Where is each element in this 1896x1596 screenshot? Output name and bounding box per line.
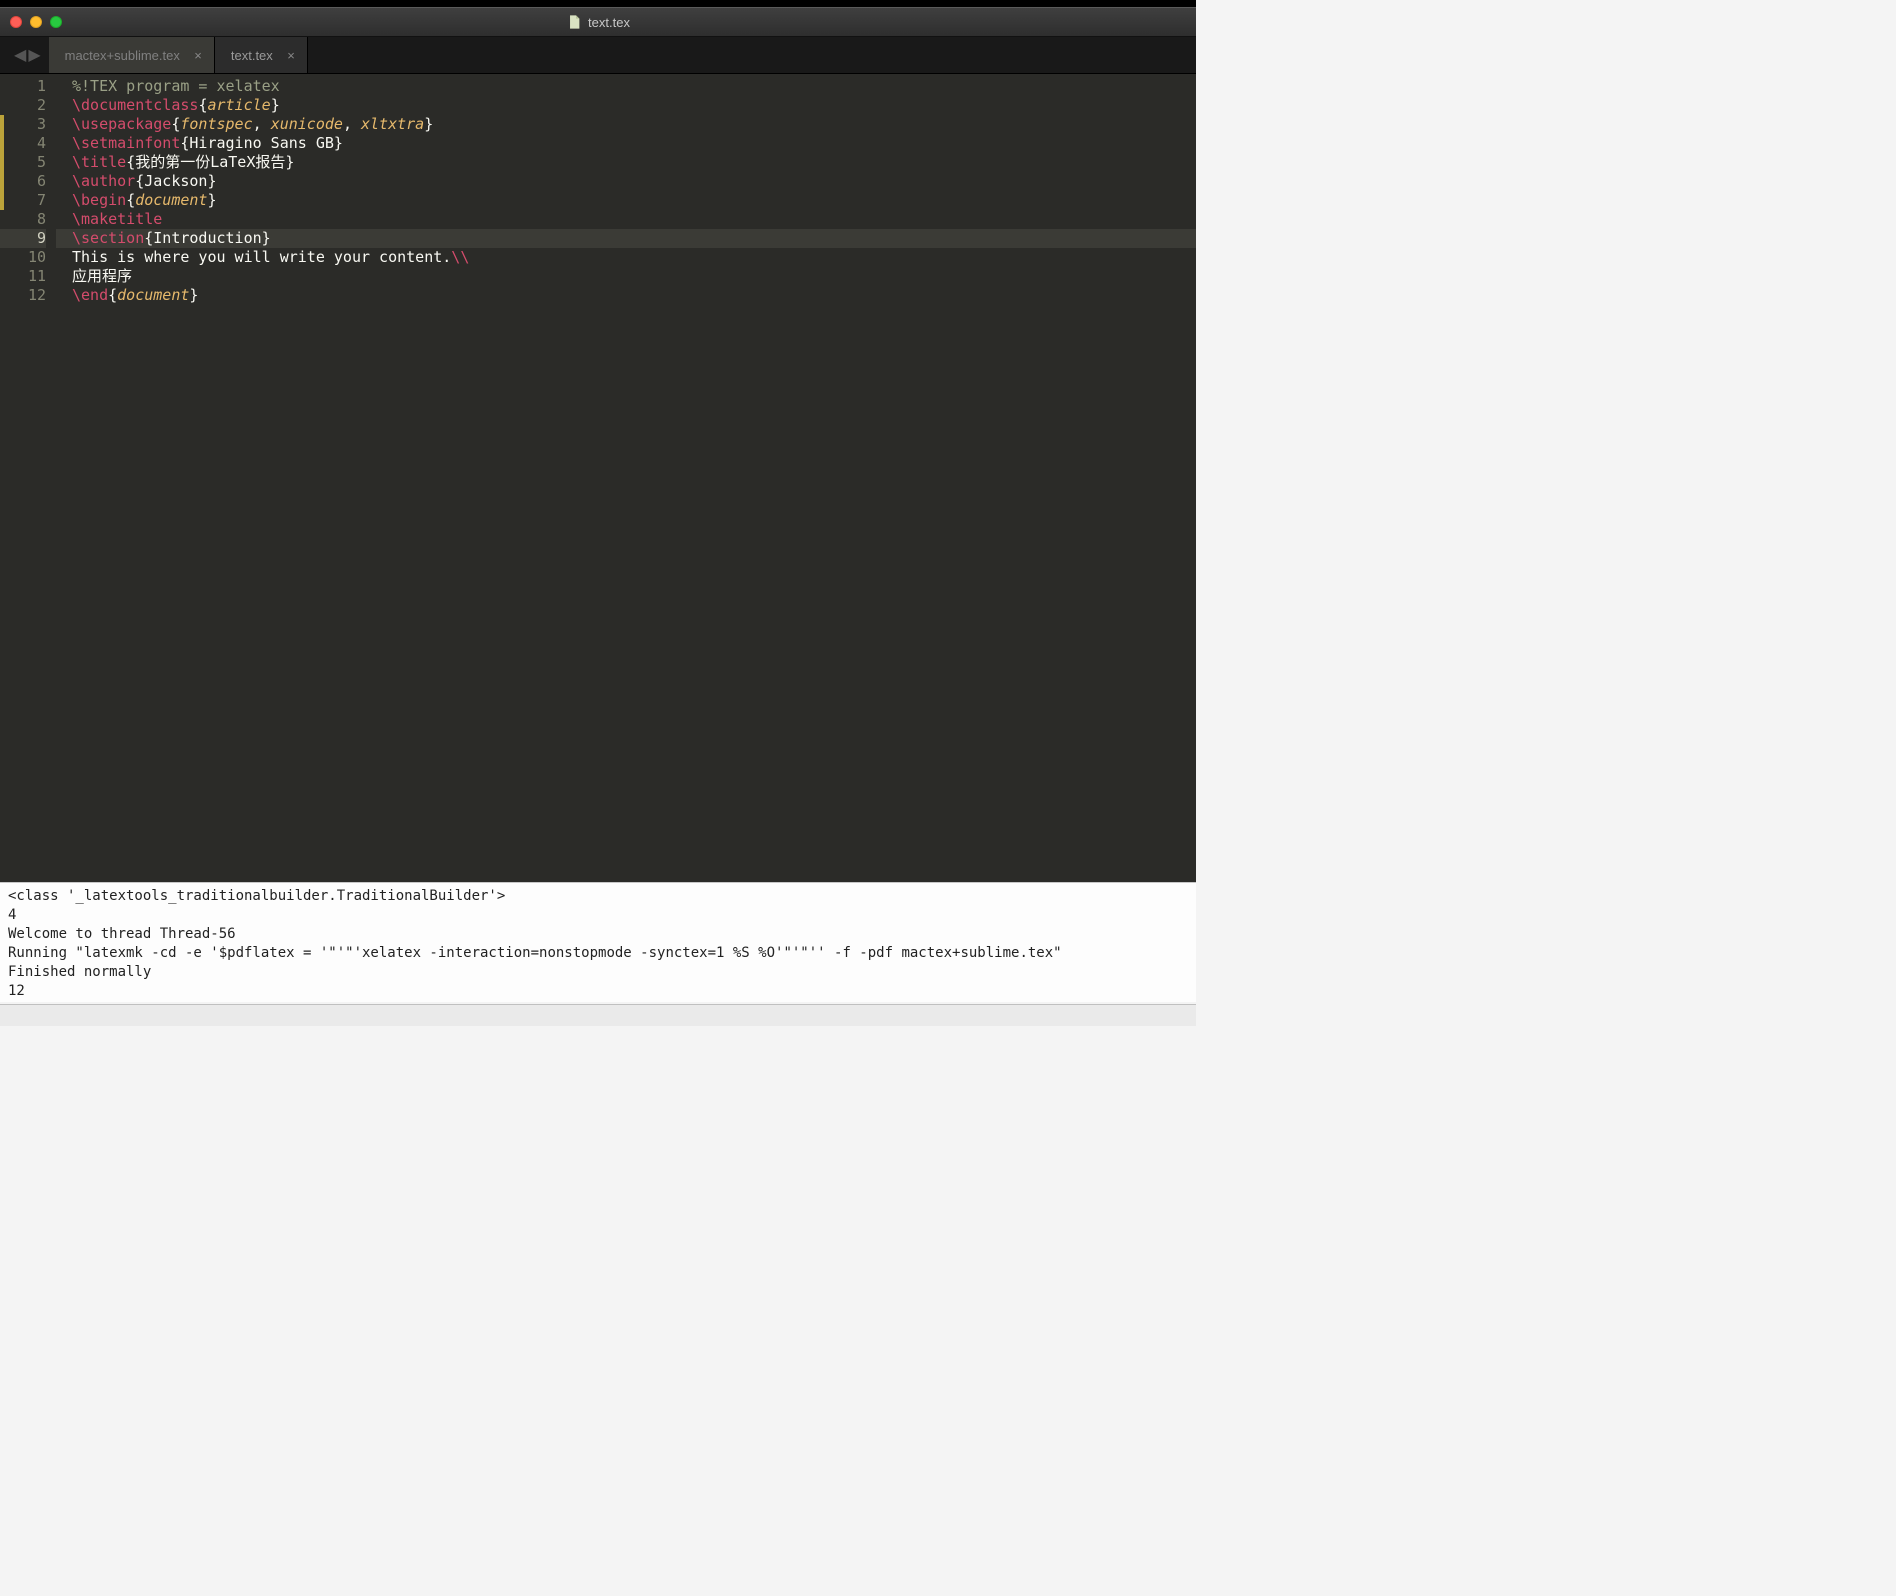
editor-area[interactable]: 123456789101112 %!TEX program = xelatex\… <box>0 74 1196 882</box>
gutter-line: 3 <box>0 115 46 134</box>
token-text: Jackson <box>144 172 207 190</box>
gutter-line: 1 <box>0 77 46 96</box>
gutter-line: 9 <box>0 229 46 248</box>
token-param: xltxtra <box>361 115 424 133</box>
watermark-text: Rendering math: 100% <box>1057 882 1190 896</box>
token-param: fontspec <box>180 115 252 133</box>
token-brace: { <box>108 286 117 304</box>
token-brace: } <box>285 153 294 171</box>
code-line[interactable]: \section{Introduction} <box>56 229 1196 248</box>
gutter-line: 4 <box>0 134 46 153</box>
token-command: \section <box>72 229 144 247</box>
modified-marker <box>0 153 4 172</box>
token-text: , <box>253 115 271 133</box>
code-line[interactable]: \maketitle <box>56 210 1196 229</box>
gutter-line: 11 <box>0 267 46 286</box>
gutter-line: 10 <box>0 248 46 267</box>
token-param: article <box>207 96 270 114</box>
token-brace: } <box>334 134 343 152</box>
token-esc: \\ <box>451 248 469 266</box>
token-brace: { <box>135 172 144 190</box>
token-comment: %!TEX program = xelatex <box>72 77 280 95</box>
close-window-button[interactable] <box>10 16 22 28</box>
gutter-line: 2 <box>0 96 46 115</box>
console-input[interactable] <box>0 1004 1196 1026</box>
gutter-line: 6 <box>0 172 46 191</box>
code-line[interactable]: %!TEX program = xelatex <box>56 77 1196 96</box>
tab-label: text.tex <box>231 48 273 63</box>
token-command: \end <box>72 286 108 304</box>
token-param: xunicode <box>271 115 343 133</box>
token-brace: { <box>126 191 135 209</box>
minimize-window-button[interactable] <box>30 16 42 28</box>
build-output-panel[interactable]: <class '_latextools_traditionalbuilder.T… <box>0 882 1196 1002</box>
gutter-line: 7 <box>0 191 46 210</box>
gutter: 123456789101112 <box>0 74 56 882</box>
tab-nav-forward-icon[interactable]: ▶ <box>28 45 40 65</box>
code-line[interactable]: \setmainfont{Hiragino Sans GB} <box>56 134 1196 153</box>
token-command: \begin <box>72 191 126 209</box>
zoom-window-button[interactable] <box>50 16 62 28</box>
token-command: \usepackage <box>72 115 171 133</box>
token-text: Hiragino Sans GB <box>189 134 334 152</box>
tab-label: mactex+sublime.tex <box>65 48 180 63</box>
tab-mactex-sublime-tex[interactable]: mactex+sublime.tex × <box>49 37 215 73</box>
token-text: Introduction <box>153 229 261 247</box>
gutter-line: 5 <box>0 153 46 172</box>
token-brace: } <box>207 191 216 209</box>
token-command: \maketitle <box>72 210 162 228</box>
tab-close-icon[interactable]: × <box>194 48 202 63</box>
token-brace: { <box>144 229 153 247</box>
file-icon <box>566 14 582 30</box>
window-title-text: text.tex <box>588 15 630 30</box>
tab-bar: ◀ ▶ mactex+sublime.tex × text.tex × <box>0 37 1196 74</box>
modified-marker <box>0 172 4 191</box>
token-command: \title <box>72 153 126 171</box>
token-param: document <box>135 191 207 209</box>
code-area[interactable]: %!TEX program = xelatex\documentclass{ar… <box>56 74 1196 882</box>
modified-marker <box>0 191 4 210</box>
token-brace: } <box>262 229 271 247</box>
code-line[interactable]: \title{我的第一份LaTeX报告} <box>56 153 1196 172</box>
token-text: 应用程序 <box>72 267 132 285</box>
mac-menubar <box>0 0 1196 7</box>
code-line[interactable]: \documentclass{article} <box>56 96 1196 115</box>
token-param: document <box>117 286 189 304</box>
tab-nav-back-icon[interactable]: ◀ <box>14 45 26 65</box>
code-line[interactable]: \author{Jackson} <box>56 172 1196 191</box>
modified-marker <box>0 115 4 134</box>
token-brace: } <box>424 115 433 133</box>
token-command: \documentclass <box>72 96 198 114</box>
titlebar[interactable]: text.tex <box>0 7 1196 37</box>
token-brace: } <box>271 96 280 114</box>
window-title: text.tex <box>566 14 630 30</box>
tab-close-icon[interactable]: × <box>287 48 295 63</box>
editor-window: text.tex ◀ ▶ mactex+sublime.tex×text.tex… <box>0 7 1196 1026</box>
token-brace: } <box>189 286 198 304</box>
token-command: \setmainfont <box>72 134 180 152</box>
gutter-line: 12 <box>0 286 46 305</box>
code-line[interactable]: 应用程序 <box>56 267 1196 286</box>
code-line[interactable]: \begin{document} <box>56 191 1196 210</box>
token-brace: { <box>126 153 135 171</box>
traffic-lights <box>10 16 62 28</box>
gutter-line: 8 <box>0 210 46 229</box>
token-text: 我的第一份LaTeX报告 <box>135 153 285 171</box>
token-text: , <box>343 115 361 133</box>
token-text: This is where you will write your conten… <box>72 248 451 266</box>
token-brace: } <box>207 172 216 190</box>
code-line[interactable]: \end{document} <box>56 286 1196 305</box>
tab-text-tex[interactable]: text.tex × <box>215 37 308 73</box>
code-line[interactable]: This is where you will write your conten… <box>56 248 1196 267</box>
token-command: \author <box>72 172 135 190</box>
code-line[interactable]: \usepackage{fontspec, xunicode, xltxtra} <box>56 115 1196 134</box>
tab-nav-arrows: ◀ ▶ <box>0 37 49 73</box>
modified-marker <box>0 134 4 153</box>
